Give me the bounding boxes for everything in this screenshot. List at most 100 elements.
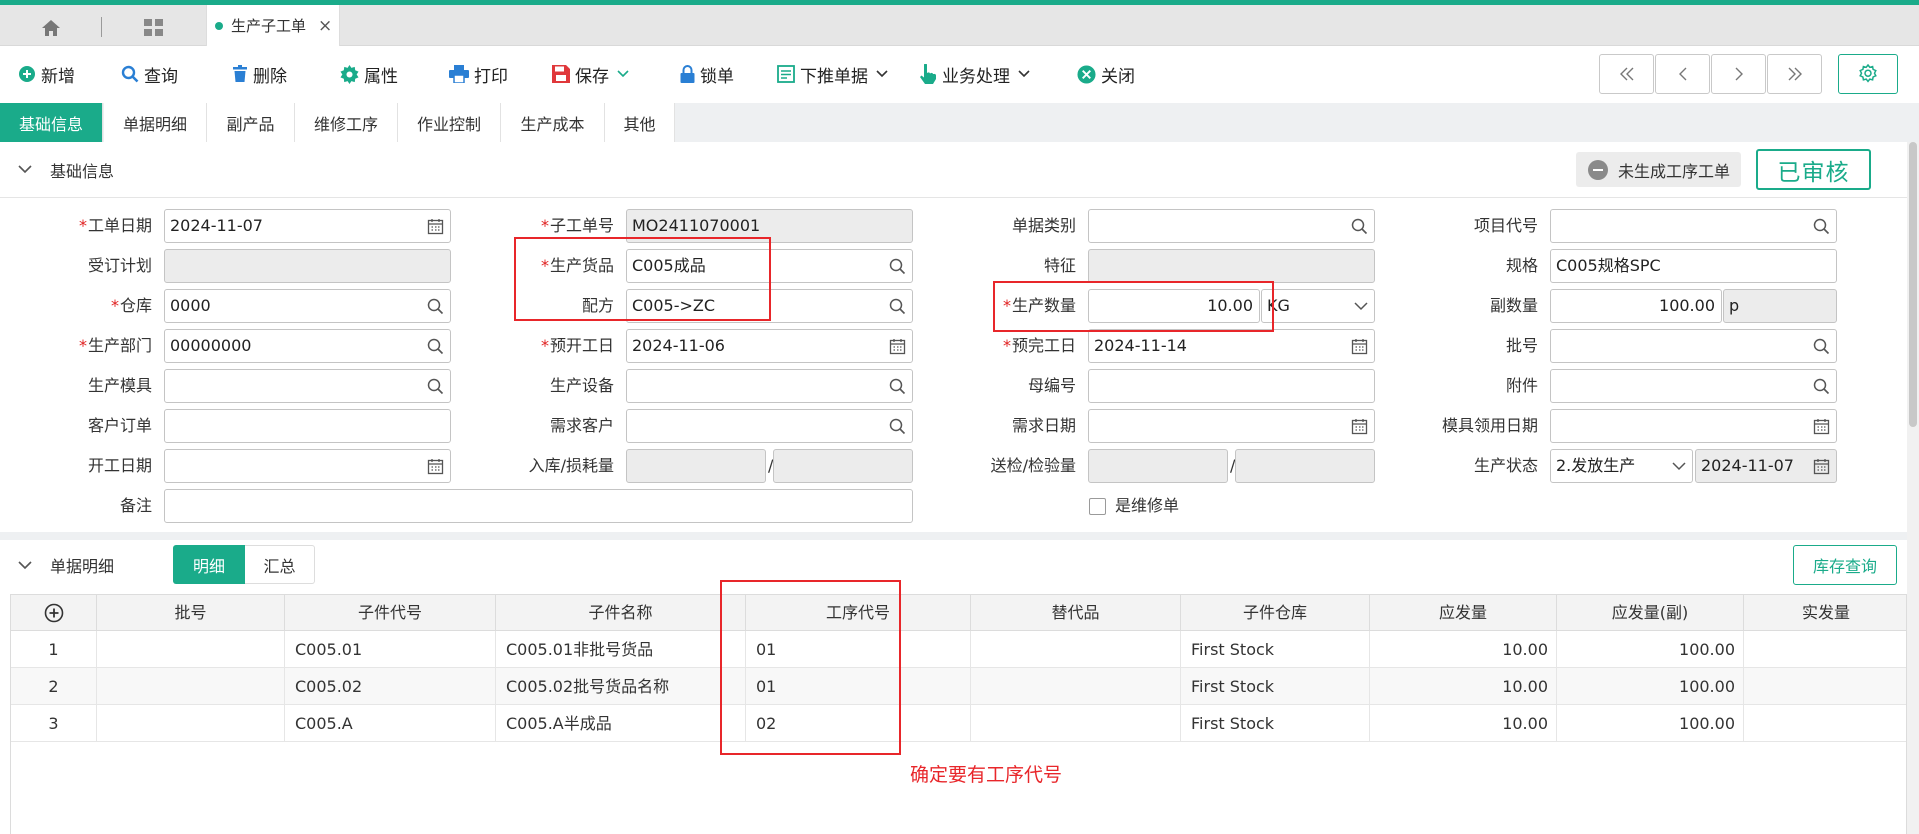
query-button[interactable]: 查询 [121,59,178,89]
add-row-cell[interactable] [11,595,97,631]
cell-qty-secondary[interactable]: 100.00 [1557,705,1744,742]
col-header-part-warehouse[interactable]: 子件仓库 [1181,595,1370,631]
search-icon[interactable] [1813,338,1830,355]
project-code-field[interactable] [1550,209,1837,243]
doc-category-field[interactable] [1088,209,1375,243]
col-header-qty-secondary[interactable]: 应发量(副) [1557,595,1744,631]
chevron-down-icon[interactable] [18,165,32,174]
plus-circle-icon[interactable] [44,603,64,623]
batch-no-field[interactable] [1550,329,1837,363]
is-repair-checkbox[interactable] [1089,498,1106,515]
table-row[interactable]: 1 C005.01 C005.01非批号货品 01 First Stock 10… [11,631,1906,668]
col-header-part-code[interactable]: 子件代号 [285,595,496,631]
order-plan-field[interactable] [164,249,451,283]
cell-batch[interactable] [97,705,285,742]
cell-qty[interactable]: 10.00 [1370,668,1557,705]
cell-qty[interactable]: 10.00 [1370,631,1557,668]
demand-date-field[interactable] [1088,409,1375,443]
tab-doc-detail[interactable]: 单据明细 [104,103,207,142]
inspected-qty-field[interactable] [1235,449,1375,483]
scrollbar-thumb[interactable] [1909,142,1917,427]
plan-start-field[interactable]: 2024-11-06 [626,329,913,363]
cell-part-warehouse[interactable]: First Stock [1181,631,1370,668]
calendar-icon[interactable] [1351,338,1368,355]
calendar-icon[interactable] [1351,418,1368,435]
cell-batch[interactable] [97,631,285,668]
cell-part-code[interactable]: C005.A [285,705,496,742]
properties-button[interactable]: 属性 [340,59,398,89]
loss-qty-field[interactable] [773,449,913,483]
col-header-batch[interactable]: 批号 [97,595,285,631]
tab-repair-process[interactable]: 维修工序 [295,103,398,142]
home-icon[interactable] [26,13,76,43]
save-button[interactable]: 保存 [552,59,634,89]
cell-qty-secondary[interactable]: 100.00 [1557,668,1744,705]
push-down-button[interactable]: 下推单据 [777,59,893,89]
chevron-down-icon[interactable] [18,560,32,570]
chevron-down-icon[interactable] [1018,70,1030,78]
prod-dept-field[interactable]: 00000000 [164,329,451,363]
prod-qty-unit-select[interactable]: KG [1261,289,1375,323]
chevron-down-icon[interactable] [876,70,888,78]
remark-field[interactable] [164,489,913,523]
col-header-actual-qty[interactable]: 实发量 [1744,595,1906,631]
table-row[interactable]: 2 C005.02 C005.02批号货品名称 01 First Stock 1… [11,668,1906,705]
table-row[interactable]: 3 C005.A C005.A半成品 02 First Stock 10.00 … [11,705,1906,742]
cell-part-name[interactable]: C005.01非批号货品 [496,631,746,668]
prod-qty-field[interactable]: 10.00 [1088,289,1260,323]
summary-view-toggle[interactable]: 汇总 [245,545,315,584]
col-header-process-code[interactable]: 工序代号 [746,595,971,631]
add-button[interactable]: 新增 [18,59,75,89]
cell-actual-qty[interactable] [1744,668,1906,705]
search-icon[interactable] [1813,218,1830,235]
search-icon[interactable] [889,298,906,315]
product-goods-field[interactable]: C005成品 [626,249,913,283]
mold-date-field[interactable] [1550,409,1837,443]
sub-qty-unit-field[interactable]: p [1723,289,1837,323]
sub-qty-field[interactable]: 100.00 [1550,289,1722,323]
tab-by-product[interactable]: 副产品 [207,103,295,142]
start-date-field[interactable] [164,449,451,483]
cell-substitute[interactable] [971,705,1181,742]
cell-substitute[interactable] [971,668,1181,705]
tab-job-control[interactable]: 作业控制 [398,103,501,142]
mold-field[interactable] [164,369,451,403]
plan-finish-field[interactable]: 2024-11-14 [1088,329,1375,363]
chevron-down-icon[interactable] [1354,302,1368,311]
recipe-field[interactable]: C005->ZC [626,289,913,323]
col-header-qty[interactable]: 应发量 [1370,595,1557,631]
in-qty-field[interactable] [626,449,766,483]
cell-actual-qty[interactable] [1744,705,1906,742]
col-header-substitute[interactable]: 替代品 [971,595,1181,631]
cell-batch[interactable] [97,668,285,705]
tab-basic-info[interactable]: 基础信息 [0,103,103,142]
cell-qty-secondary[interactable]: 100.00 [1557,631,1744,668]
close-button[interactable]: 关闭 [1077,59,1135,89]
attachment-field[interactable] [1550,369,1837,403]
calendar-icon[interactable] [1813,458,1830,475]
delete-button[interactable]: 删除 [232,59,287,89]
calendar-icon[interactable] [889,338,906,355]
sub-order-no-field[interactable]: MO2411070001 [626,209,913,243]
tab-production-sub-order[interactable]: 生产子工单 × [206,5,340,46]
demand-customer-field[interactable] [626,409,913,443]
search-icon[interactable] [427,378,444,395]
cell-part-name[interactable]: C005.02批号货品名称 [496,668,746,705]
cell-part-code[interactable]: C005.01 [285,631,496,668]
search-icon[interactable] [1351,218,1368,235]
lock-button[interactable]: 锁单 [680,59,734,89]
send-inspect-field[interactable] [1088,449,1228,483]
cell-substitute[interactable] [971,631,1181,668]
search-icon[interactable] [889,418,906,435]
col-header-part-name[interactable]: 子件名称 [496,595,746,631]
settings-button[interactable] [1838,54,1898,94]
cell-part-code[interactable]: C005.02 [285,668,496,705]
parent-no-field[interactable] [1088,369,1375,403]
cell-process-code[interactable]: 01 [746,631,971,668]
search-icon[interactable] [889,258,906,275]
spec-field[interactable]: C005规格SPC [1550,249,1837,283]
calendar-icon[interactable] [427,218,444,235]
cell-process-code[interactable]: 02 [746,705,971,742]
first-record-button[interactable] [1599,54,1654,94]
detail-view-toggle[interactable]: 明细 [173,545,245,584]
